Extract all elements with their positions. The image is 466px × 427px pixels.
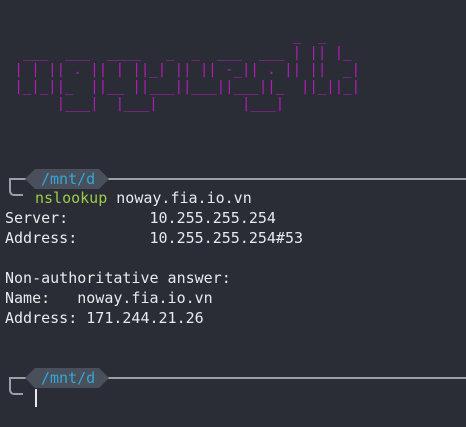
prompt-header: /mnt/d [0,168,466,190]
text-cursor[interactable] [35,389,37,407]
cwd-segment: /mnt/d [25,168,110,190]
output-server: Server: 10.255.255.254 [5,209,276,227]
output-resolved-address: Address: 171.244.21.26 [5,309,204,327]
prompt-corner-icon [9,180,23,196]
command-name: nslookup [35,189,108,207]
pill-arrow-icon-2 [99,368,110,388]
command-args: noway.fia.io.vn [107,189,252,207]
output-answer-heading: Non-authoritative answer: [5,269,231,287]
pill-arrow-icon [99,169,110,189]
command-output: Server: 10.255.255.254 Address: 10.255.2… [5,208,303,328]
prompt-header-2: /mnt/d [0,367,466,389]
output-name: Name: noway.fia.io.vn [5,289,213,307]
cwd-label: /mnt/d [41,170,96,188]
prompt-corner-icon-2 [9,379,23,395]
cwd-label-2: /mnt/d [41,369,96,387]
command-line: nslookup noway.fia.io.vn [35,189,252,207]
output-address: Address: 10.255.255.254#53 [5,229,304,247]
cwd-segment-2: /mnt/d [25,367,110,389]
ascii-art-banner: _ _ ___ ___ ____ _ _ ___ ___ | || |_ | |… [14,28,361,112]
